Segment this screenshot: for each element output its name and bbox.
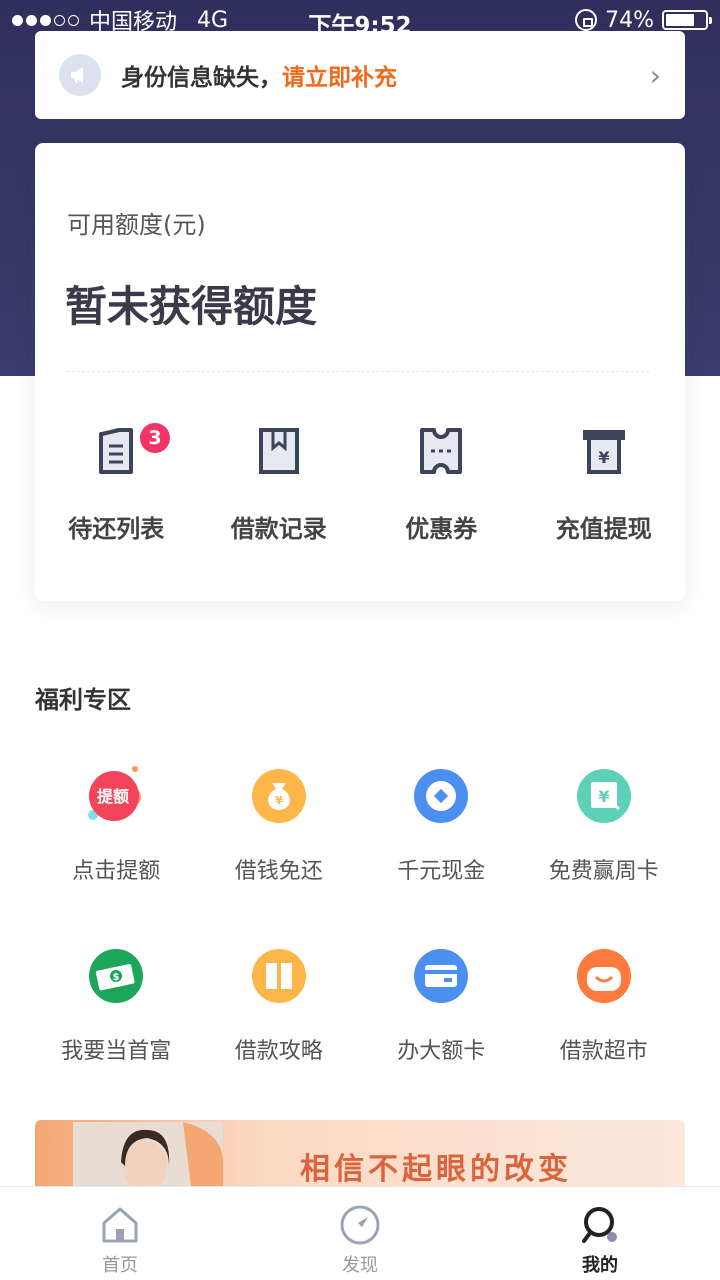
quick-action-label: 充值提现 [555,515,652,543]
welfare-item-get-rich[interactable]: $ 我要当首富 [35,945,198,1125]
welfare-item-loan-market[interactable]: 借款超市 [523,945,686,1125]
signal-strength-icon [12,14,79,26]
notice-action-link[interactable]: 请立即补充 [282,65,397,91]
welfare-item-raise-limit[interactable]: 提额 点击提额 [35,765,198,945]
welfare-item-label: 我要当首富 [61,1039,172,1064]
tab-label: 我的 [582,1255,618,1276]
svg-text:¥: ¥ [275,794,283,807]
notice-text: 身份信息缺失，请立即补充 [121,58,397,92]
svg-text:¥: ¥ [598,448,609,467]
svg-text:$: $ [113,972,120,983]
cash-icon [410,765,472,827]
chevron-right-icon: › [649,58,661,92]
welfare-item-thousand-cash[interactable]: 千元现金 [360,765,523,945]
rotation-lock-icon [575,9,598,31]
credit-value: 暂未获得额度 [65,282,318,331]
repay-count-badge: 3 [140,423,170,453]
welfare-section-title: 福利专区 [35,686,131,714]
quick-action-label: 借款记录 [230,515,327,543]
megaphone-icon [59,54,101,96]
guide-book-icon [248,945,310,1007]
promo-banner[interactable]: 相信不起眼的改变 [35,1120,685,1188]
welfare-item-label: 借钱免还 [234,859,323,884]
bottom-tab-bar: 首页 发现 我的 [0,1186,720,1280]
raise-limit-icon-text: 提额 [97,787,129,806]
tab-home[interactable]: 首页 [0,1187,240,1280]
credit-card-icon [410,945,472,1007]
welfare-item-label: 免费赢周卡 [548,859,659,884]
quick-action-label: 待还列表 [68,515,165,543]
weekly-card-icon: ¥ [573,765,635,827]
recharge-withdraw-icon: ¥ [576,423,632,479]
tab-discover[interactable]: 发现 [240,1187,480,1280]
welfare-item-label: 点击提额 [72,859,161,884]
welfare-item-loan-guide[interactable]: 借款攻略 [198,945,361,1125]
welfare-item-borrow-free[interactable]: ¥ 借钱免还 [198,765,361,945]
coupon-icon [413,423,469,479]
battery-icon [662,10,712,30]
quick-action-loan-record[interactable]: 借款记录 [198,423,361,544]
credit-label: 可用额度(元) [67,211,206,239]
loan-record-icon [251,423,307,479]
identity-notice-banner[interactable]: 身份信息缺失，请立即补充 › [35,31,685,119]
credit-card-panel: 可用额度(元) 暂未获得额度 3 待还列表 借款记录 优惠券 ¥ 充值提现 [35,143,685,601]
quick-action-label: 优惠券 [405,515,478,543]
welfare-item-label: 借款超市 [559,1039,648,1064]
banner-person-image [73,1122,223,1188]
welfare-item-label: 借款攻略 [234,1039,323,1064]
banknote-icon: $ [85,945,147,1007]
welfare-grid: 提额 点击提额 ¥ 借钱免还 千元现金 ¥ 免费赢周卡 $ 我要当首富 借款攻略… [35,765,685,1125]
welfare-item-big-card[interactable]: 办大额卡 [360,945,523,1125]
banner-slogan: 相信不起眼的改变 [300,1152,572,1187]
quick-actions: 3 待还列表 借款记录 优惠券 ¥ 充值提现 [35,423,685,544]
notice-message: 身份信息缺失， [121,65,282,91]
money-bag-icon: ¥ [248,765,310,827]
tab-label: 首页 [102,1255,138,1276]
welfare-item-label: 办大额卡 [397,1039,486,1064]
welfare-item-weekly-card[interactable]: ¥ 免费赢周卡 [523,765,686,945]
welfare-item-label: 千元现金 [397,859,486,884]
raise-limit-icon: 提额 [85,765,147,827]
quick-action-coupon[interactable]: 优惠券 [360,423,523,544]
discover-icon [340,1205,380,1245]
repay-list-icon [88,423,144,479]
tab-label: 发现 [342,1255,378,1276]
svg-text:¥: ¥ [598,787,609,806]
tab-profile[interactable]: 我的 [480,1187,720,1280]
home-icon [102,1207,138,1243]
profile-icon [582,1207,617,1243]
divider [67,371,649,372]
battery-percent: 74% [605,7,654,33]
quick-action-repay-list[interactable]: 3 待还列表 [35,423,198,544]
quick-action-recharge-withdraw[interactable]: ¥ 充值提现 [523,423,686,544]
network-type: 4G [197,7,229,33]
loan-market-icon [573,945,635,1007]
